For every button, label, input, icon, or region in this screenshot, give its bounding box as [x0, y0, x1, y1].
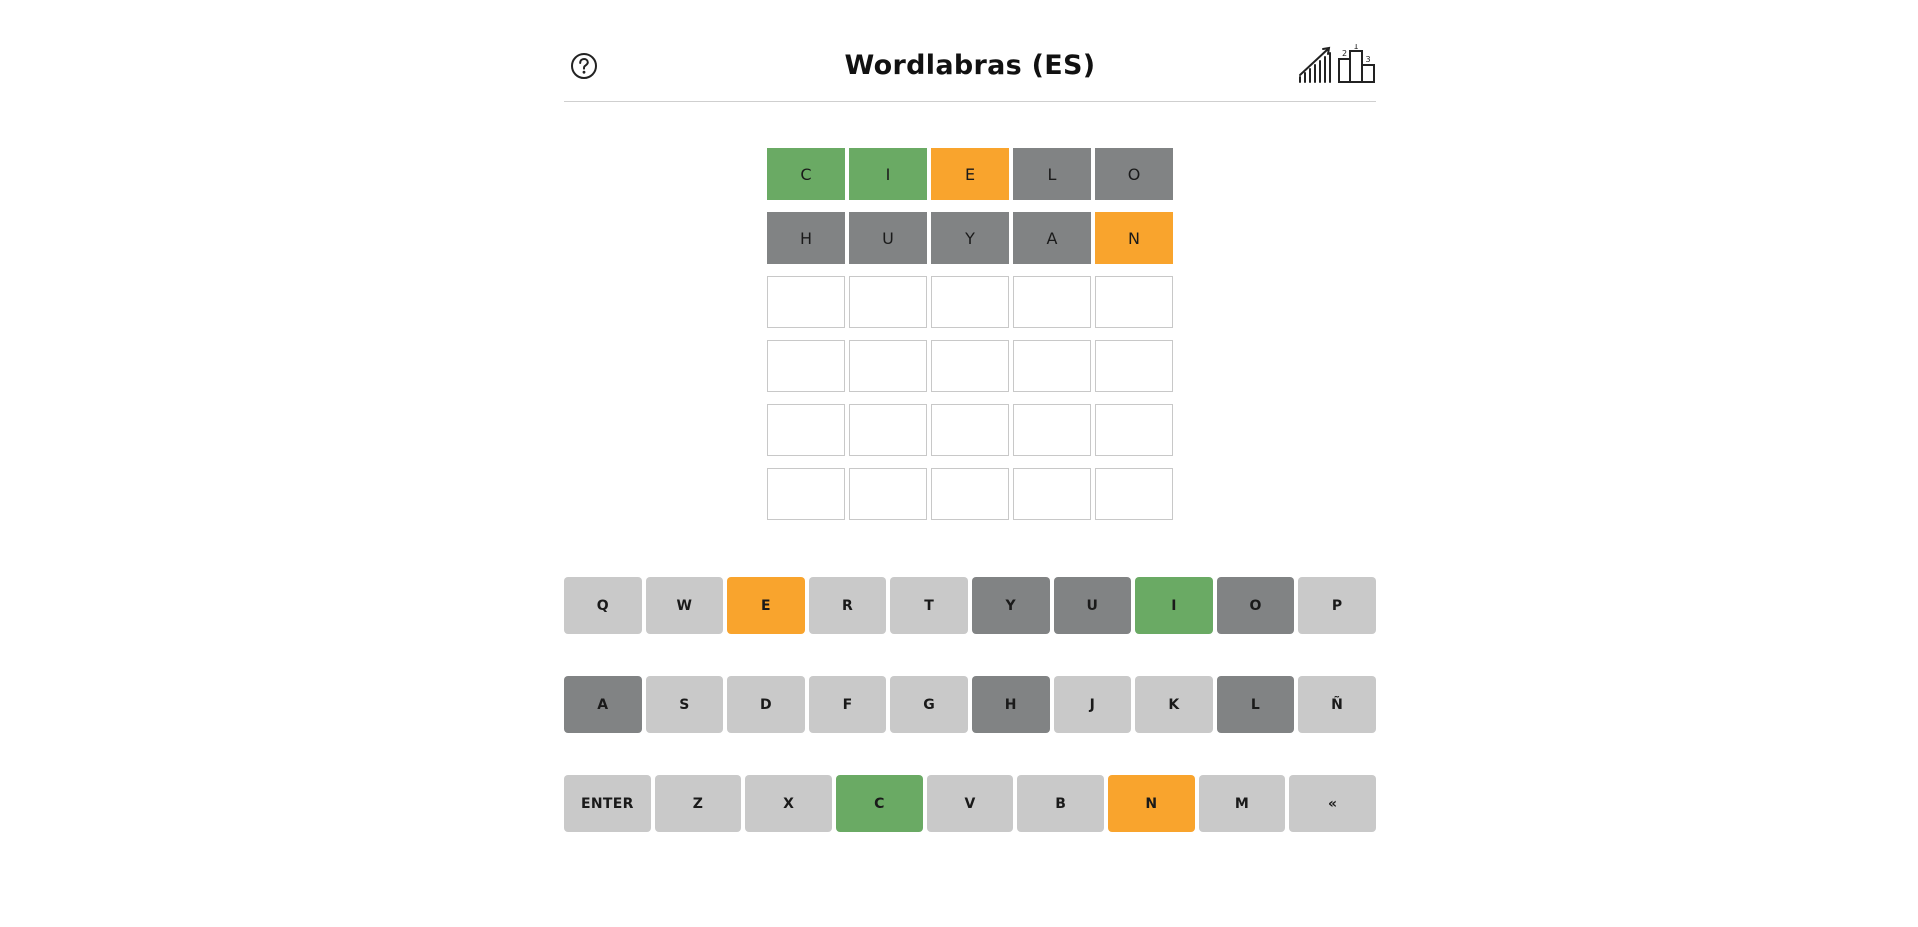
board-tile: C: [767, 148, 845, 200]
key-q[interactable]: Q: [564, 577, 642, 634]
stats-podium-icon: 2 1 3: [1298, 42, 1376, 88]
board-row: [767, 340, 1175, 392]
board-tile: [767, 276, 845, 328]
board-row: [767, 276, 1175, 328]
key-p[interactable]: P: [1298, 577, 1376, 634]
key-i[interactable]: I: [1135, 577, 1213, 634]
key-g[interactable]: G: [890, 676, 968, 733]
board-tile: [931, 340, 1009, 392]
podium-third-label: 3: [1365, 55, 1370, 64]
board-tile: [849, 340, 927, 392]
board-row: [767, 404, 1175, 456]
key-e[interactable]: E: [727, 577, 805, 634]
key-n[interactable]: N: [1108, 775, 1195, 832]
board-tile: I: [849, 148, 927, 200]
board-tile: [931, 404, 1009, 456]
key-m[interactable]: M: [1198, 775, 1286, 832]
page-title: Wordlabras (ES): [844, 50, 1096, 81]
keyboard-row: ASDFGHJKLÑ: [564, 676, 1376, 733]
board-tile: [767, 404, 845, 456]
board-tile: A: [1013, 212, 1091, 264]
board-row: [767, 468, 1175, 520]
board-tile: [931, 468, 1009, 520]
key-f[interactable]: F: [808, 676, 887, 733]
enter-key[interactable]: ENTER: [564, 775, 651, 832]
key-j[interactable]: J: [1053, 676, 1132, 733]
key-u[interactable]: U: [1053, 577, 1132, 634]
game-board: CIELO HUYAN: [767, 148, 1175, 532]
board-tile: [1095, 468, 1173, 520]
board-tile: [1013, 276, 1091, 328]
key-r[interactable]: R: [808, 577, 887, 634]
keyboard-row: QWERTYUIOP: [564, 577, 1376, 634]
board-tile: Y: [931, 212, 1009, 264]
key-b[interactable]: B: [1017, 775, 1105, 832]
board-tile: [1095, 404, 1173, 456]
key-n-tilde[interactable]: Ñ: [1298, 676, 1376, 733]
key-s[interactable]: S: [645, 676, 724, 733]
key-w[interactable]: W: [645, 577, 724, 634]
board-tile: [1013, 468, 1091, 520]
key-c[interactable]: C: [836, 775, 923, 832]
board-tile: [931, 276, 1009, 328]
keyboard-row: ENTER Z X C V B N M «: [564, 775, 1377, 832]
key-o[interactable]: O: [1216, 577, 1295, 634]
key-k[interactable]: K: [1135, 676, 1213, 733]
board-tile: [1013, 404, 1091, 456]
board-tile: [849, 468, 927, 520]
key-z[interactable]: Z: [654, 775, 742, 832]
board-tile: [767, 468, 845, 520]
board-row: HUYAN: [767, 212, 1175, 264]
board-tile: [849, 404, 927, 456]
board-tile: E: [931, 148, 1009, 200]
game-header: Wordlabras (ES) 2 1 3: [564, 36, 1376, 102]
key-a[interactable]: A: [564, 676, 642, 733]
key-x[interactable]: X: [745, 775, 833, 832]
board-tile: L: [1013, 148, 1091, 200]
backspace-key[interactable]: «: [1289, 775, 1377, 832]
board-tile: [1013, 340, 1091, 392]
board-tile: [767, 340, 845, 392]
board-tile: N: [1095, 212, 1173, 264]
key-v[interactable]: V: [926, 775, 1014, 832]
board-tile: [849, 276, 927, 328]
on-screen-keyboard: Q W E R T Y U I O P A S D F G H J K L Ñ ENTER Z X C V B N M «: [564, 577, 1377, 874]
key-l[interactable]: L: [1216, 676, 1295, 733]
podium-second-label: 2: [1342, 49, 1347, 58]
key-t[interactable]: T: [890, 577, 968, 634]
board-tile: U: [849, 212, 927, 264]
board-row: CIELO: [767, 148, 1175, 200]
board-tile: [1095, 340, 1173, 392]
board-tile: [1095, 276, 1173, 328]
key-d[interactable]: D: [727, 676, 805, 733]
stats-button[interactable]: 2 1 3: [1298, 42, 1376, 88]
board-tile: O: [1095, 148, 1173, 200]
podium-first-label: 1: [1353, 44, 1358, 51]
key-y[interactable]: Y: [971, 577, 1050, 634]
board-tile: H: [767, 212, 845, 264]
key-h[interactable]: H: [971, 676, 1050, 733]
